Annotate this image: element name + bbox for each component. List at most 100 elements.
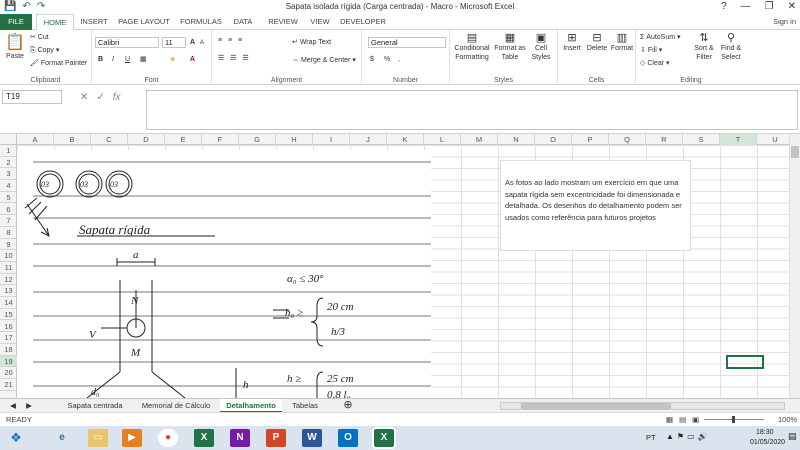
- word-icon[interactable]: W: [302, 429, 322, 447]
- sheet-tab-tabelas[interactable]: Tabelas: [284, 399, 326, 413]
- close-button[interactable]: ✕: [788, 0, 796, 14]
- scroll-tabs-right-icon[interactable]: ▶: [22, 399, 36, 413]
- row-header[interactable]: 10: [0, 250, 17, 262]
- cut-button[interactable]: ✂ Cut: [30, 33, 49, 42]
- format-cells-button[interactable]: ▥ Format: [610, 32, 634, 53]
- sheet-tab-memorial[interactable]: Memorial de Cálculo: [134, 399, 218, 413]
- conditional-formatting-button[interactable]: ▤ Conditional Formatting: [452, 32, 492, 62]
- column-header[interactable]: Q: [609, 134, 646, 145]
- fill-button[interactable]: ⇩ Fill ▾: [640, 46, 662, 55]
- name-box[interactable]: T19: [2, 90, 62, 104]
- row-header[interactable]: 6: [0, 204, 17, 216]
- tray-icons[interactable]: ▲⚑▭🔊: [666, 432, 711, 441]
- row-header[interactable]: 21: [0, 379, 17, 391]
- column-header[interactable]: M: [461, 134, 498, 145]
- row-header[interactable]: 13: [0, 285, 17, 298]
- column-header[interactable]: F: [202, 134, 239, 145]
- row-header[interactable]: 18: [0, 344, 17, 356]
- selected-cell-t19[interactable]: [726, 355, 764, 369]
- select-all-corner[interactable]: [0, 134, 17, 145]
- outlook-icon[interactable]: O: [338, 429, 358, 447]
- tab-review[interactable]: REVIEW: [264, 14, 302, 30]
- formula-input[interactable]: [146, 90, 798, 130]
- excel-active-icon[interactable]: X: [372, 427, 396, 449]
- column-header[interactable]: O: [535, 134, 572, 145]
- row-header[interactable]: 20: [0, 367, 17, 379]
- insert-cells-button[interactable]: ⊞ Insert: [560, 32, 584, 53]
- clock-date[interactable]: 01/05/2020: [750, 439, 785, 446]
- enter-icon[interactable]: ✓: [96, 92, 104, 103]
- note-textbox[interactable]: As fotos ao lado mostram um exercício em…: [500, 160, 691, 251]
- column-header[interactable]: R: [646, 134, 683, 145]
- wrap-text-button[interactable]: ↵ Wrap Text: [292, 38, 331, 47]
- row-header[interactable]: 19: [0, 355, 17, 368]
- column-header[interactable]: P: [572, 134, 609, 145]
- new-sheet-button[interactable]: ⊕: [340, 399, 356, 413]
- zoom-slider-thumb[interactable]: [732, 416, 735, 423]
- comma-button[interactable]: ,: [398, 55, 400, 64]
- clock-time[interactable]: 18:30: [756, 429, 774, 436]
- font-name-combo[interactable]: Calibri: [95, 37, 159, 48]
- vertical-scrollbar[interactable]: [789, 134, 800, 398]
- restore-button[interactable]: ❐: [765, 0, 774, 14]
- row-header[interactable]: 11: [0, 262, 17, 274]
- row-header[interactable]: 14: [0, 297, 17, 309]
- notifications-icon[interactable]: ▤: [788, 431, 797, 442]
- row-header[interactable]: 17: [0, 332, 17, 344]
- column-header[interactable]: T: [720, 134, 757, 145]
- sign-in-link[interactable]: Sign in: [773, 14, 796, 30]
- excel-icon[interactable]: X: [194, 429, 214, 447]
- percent-button[interactable]: %: [384, 55, 390, 64]
- row-header[interactable]: 1: [0, 145, 17, 157]
- column-header[interactable]: G: [239, 134, 276, 145]
- horizontal-scroll-thumb[interactable]: [521, 403, 671, 409]
- number-format-combo[interactable]: General: [368, 37, 446, 48]
- column-header[interactable]: L: [424, 134, 461, 145]
- column-header[interactable]: N: [498, 134, 535, 145]
- powerpoint-icon[interactable]: P: [266, 429, 286, 447]
- currency-button[interactable]: $: [370, 55, 374, 64]
- media-player-icon[interactable]: ▶: [122, 429, 142, 447]
- detail-drawing-picture[interactable]: 03 03 03 Sapata rígida a α₀ ≤ 30° h₀ ≥ 2…: [17, 150, 431, 398]
- column-header[interactable]: H: [276, 134, 313, 145]
- row-header[interactable]: 5: [0, 192, 17, 204]
- column-header[interactable]: C: [91, 134, 128, 145]
- sheet-tab-sapata-centrada[interactable]: Sapata centrada: [58, 399, 132, 413]
- column-header[interactable]: A: [17, 134, 54, 145]
- row-header[interactable]: 8: [0, 227, 17, 239]
- cancel-icon[interactable]: ✕: [80, 92, 88, 103]
- row-header[interactable]: 15: [0, 309, 17, 321]
- tab-view[interactable]: VIEW: [306, 14, 334, 30]
- column-header[interactable]: J: [350, 134, 387, 145]
- merge-center-button[interactable]: ⇔ Merge & Center ▾: [292, 56, 356, 65]
- column-header[interactable]: I: [313, 134, 350, 145]
- tab-page-layout[interactable]: PAGE LAYOUT: [114, 14, 174, 30]
- font-size-combo[interactable]: 11: [162, 37, 186, 48]
- clear-button[interactable]: ◇ Clear ▾: [640, 59, 670, 68]
- language-indicator[interactable]: PT: [646, 433, 656, 442]
- zoom-level[interactable]: 100%: [778, 413, 797, 426]
- column-header[interactable]: B: [54, 134, 91, 145]
- paste-button[interactable]: 📋 Paste: [4, 34, 26, 61]
- tab-data[interactable]: DATA: [228, 14, 258, 30]
- row-header[interactable]: 12: [0, 274, 17, 286]
- fill-color-icon[interactable]: ◈: [170, 55, 175, 64]
- horizontal-align-icons[interactable]: ☰ ☰ ☰: [218, 54, 251, 63]
- tab-formulas[interactable]: FORMULAS: [178, 14, 224, 30]
- bold-button[interactable]: B: [98, 55, 103, 64]
- column-header[interactable]: E: [165, 134, 202, 145]
- tab-insert[interactable]: INSERT: [78, 14, 110, 30]
- minimize-button[interactable]: —: [741, 0, 751, 14]
- vertical-align-icons[interactable]: ≡ ≡ ≡: [218, 36, 244, 45]
- row-header[interactable]: 16: [0, 321, 17, 333]
- delete-cells-button[interactable]: ⊟ Delete: [585, 32, 609, 53]
- grow-font-button[interactable]: A: [190, 38, 195, 47]
- format-painter-button[interactable]: 🖌 Format Painter: [30, 59, 87, 68]
- view-buttons-icon[interactable]: ▦▤▣: [666, 413, 705, 426]
- row-header[interactable]: 9: [0, 239, 17, 251]
- scroll-tabs-left-icon[interactable]: ◀: [6, 399, 20, 413]
- format-as-table-button[interactable]: ▦ Format as Table: [494, 32, 526, 62]
- sheet-tab-detalhamento[interactable]: Detalhamento: [220, 399, 282, 413]
- row-header[interactable]: 7: [0, 215, 17, 227]
- internet-explorer-icon[interactable]: e: [52, 429, 72, 447]
